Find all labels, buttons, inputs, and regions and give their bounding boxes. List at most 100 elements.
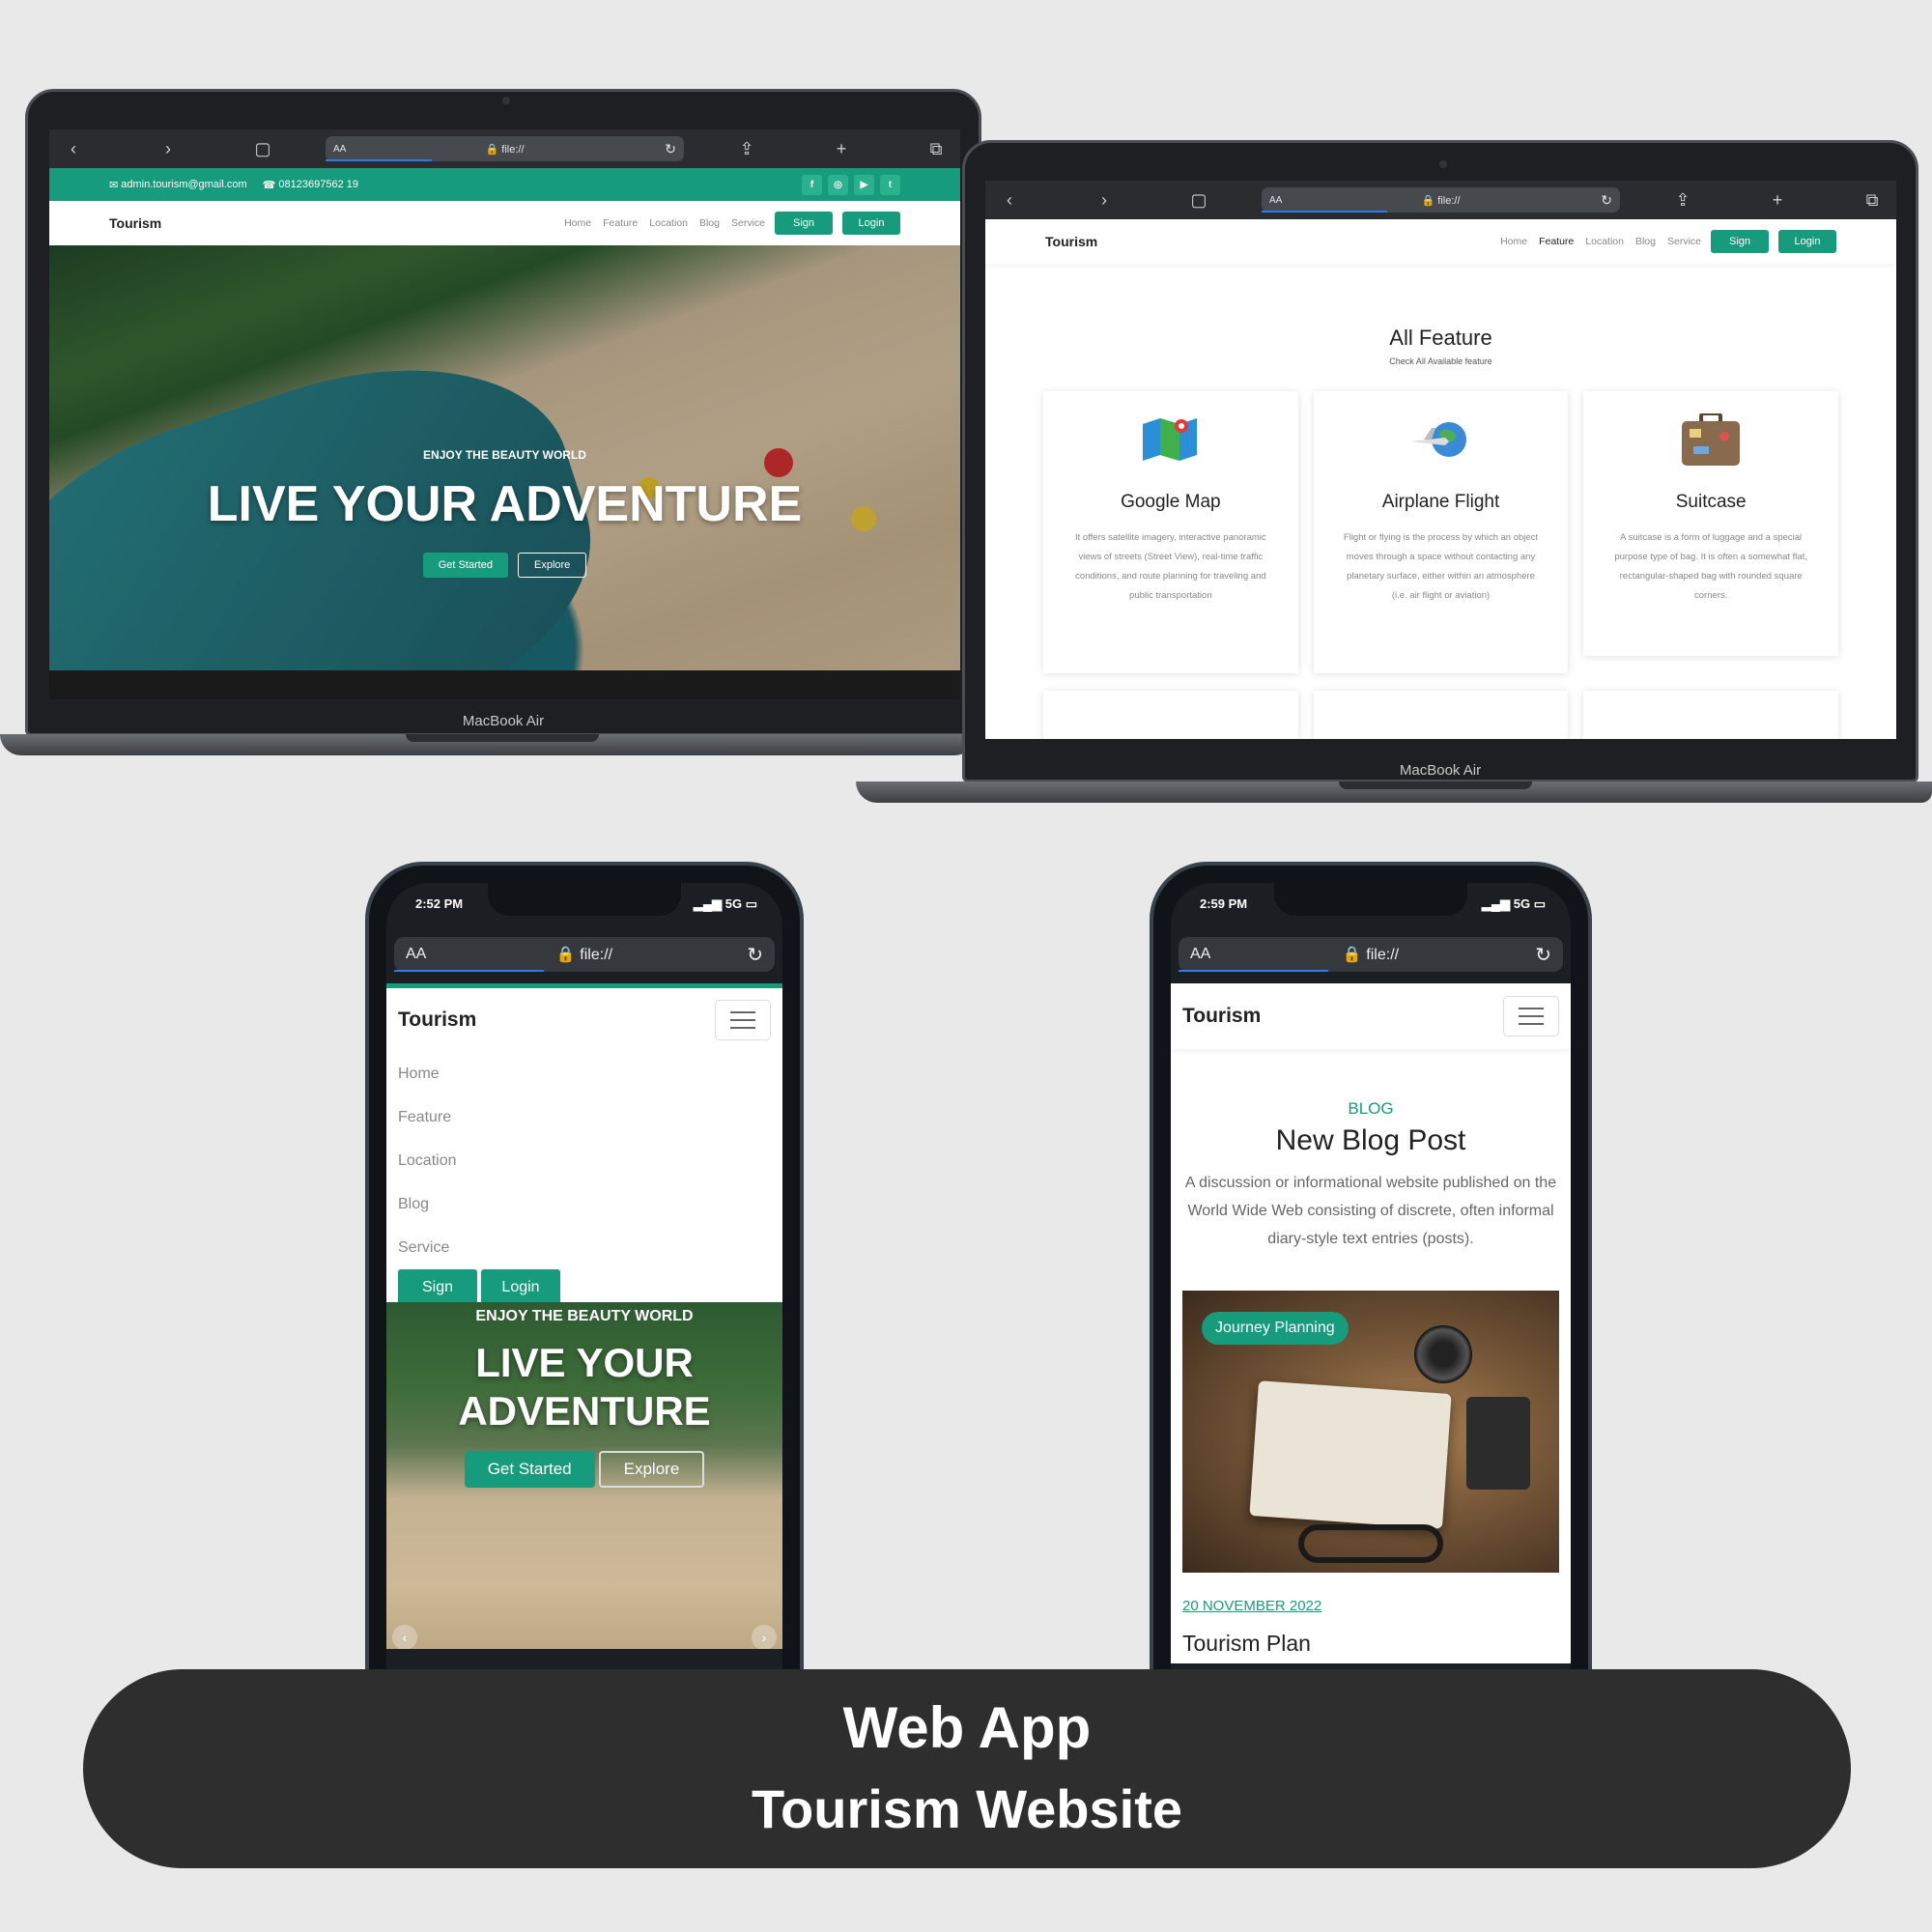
base-notch [1339, 781, 1532, 789]
explore-button[interactable]: Explore [598, 1451, 705, 1488]
brand-logo[interactable]: Tourism [109, 215, 161, 231]
explore-button[interactable]: Explore [517, 553, 587, 578]
feature-card[interactable] [1313, 691, 1569, 739]
feature-card[interactable]: Google Map It offers satellite imagery, … [1043, 391, 1298, 673]
nav-blog[interactable]: Blog [699, 217, 720, 229]
forward-icon[interactable]: › [144, 139, 192, 159]
sign-button[interactable]: Sign [1711, 230, 1769, 253]
get-started-button[interactable]: Get Started [464, 1451, 595, 1488]
brand-logo[interactable]: Tourism [398, 1009, 476, 1032]
features-title: All Feature [1389, 326, 1492, 350]
navbar: Tourism Home Feature Location Blog Servi… [985, 219, 1896, 264]
contact-email[interactable]: admin.tourism@gmail.com [121, 179, 246, 190]
bookmarks-icon[interactable]: ▢ [239, 139, 287, 159]
phone-page: Tourism Home Feature Location Blog Servi… [386, 983, 782, 1649]
sign-button[interactable]: Sign [775, 212, 833, 235]
reload-icon[interactable]: ↻ [1601, 192, 1612, 209]
nav-location[interactable]: Location [386, 1139, 782, 1182]
hero-title: LIVE YOUR ADVENTURE [207, 476, 803, 532]
nav-location[interactable]: Location [649, 217, 688, 229]
blog-post-image[interactable]: Journey Planning [1182, 1291, 1559, 1573]
nav-feature[interactable]: Feature [386, 1095, 782, 1139]
text-size-button[interactable]: AA [406, 946, 426, 963]
reload-icon[interactable]: ↻ [1535, 943, 1551, 967]
camera [502, 97, 510, 104]
contact-phone[interactable]: 08123697562 19 [278, 179, 358, 190]
instagram-icon[interactable]: ◎ [828, 174, 848, 195]
airplane-globe-icon [1343, 411, 1540, 469]
feature-card[interactable]: Suitcase A suitcase is a form of luggage… [1583, 391, 1839, 656]
reload-icon[interactable]: ↻ [747, 943, 763, 967]
back-icon[interactable]: ‹ [49, 139, 98, 159]
feature-card-desc: Flight or flying is the process by which… [1343, 532, 1539, 601]
camera [1439, 160, 1447, 168]
status-signal: ▂▄▆ 5G ▭ [1481, 896, 1546, 911]
phone-screen: 2:59 PM ▂▄▆ 5G ▭ AA 🔒 file:// ↻ Tourism … [1171, 883, 1571, 1752]
load-progress [394, 970, 544, 972]
carousel-next-icon[interactable]: › [752, 1625, 777, 1649]
status-bar: 2:59 PM ▂▄▆ 5G ▭ [1200, 896, 1546, 912]
blog-kicker: BLOG [1348, 1099, 1394, 1118]
nav-feature[interactable]: Feature [603, 217, 638, 229]
text-size-button[interactable]: AA [333, 144, 346, 155]
address-bar[interactable]: AA 🔒 file:// ↻ [1179, 937, 1563, 972]
category-badge[interactable]: Journey Planning [1202, 1312, 1349, 1345]
mobile-navbar: Tourism [386, 988, 782, 1052]
nav-service[interactable]: Service [1667, 236, 1701, 247]
nav-home[interactable]: Home [1500, 236, 1527, 247]
url-value: file:// [580, 947, 613, 963]
brand-logo[interactable]: Tourism [1182, 1005, 1261, 1028]
nav-service[interactable]: Service [386, 1226, 782, 1269]
load-progress [1262, 211, 1387, 213]
nav-home[interactable]: Home [386, 1052, 782, 1095]
post-date[interactable]: 20 NOVEMBER 2022 [1182, 1598, 1321, 1614]
login-button[interactable]: Login [1778, 230, 1836, 253]
contact-strip: ✉ admin.tourism@gmail.com ☎ 08123697562 … [49, 168, 960, 201]
phone-screen: 2:52 PM ▂▄▆ 5G ▭ AA 🔒 file:// ↻ Tourism … [386, 883, 782, 1741]
nav-location[interactable]: Location [1585, 236, 1624, 247]
text-size-button[interactable]: AA [1190, 946, 1210, 963]
phone-menu: 2:52 PM ▂▄▆ 5G ▭ AA 🔒 file:// ↻ Tourism … [365, 862, 804, 1762]
brand-logo[interactable]: Tourism [1045, 234, 1097, 249]
url-value: file:// [501, 143, 525, 156]
hero-title: LIVE YOUR ADVENTURE [386, 1339, 782, 1435]
carousel-prev-icon[interactable]: ‹ [392, 1625, 417, 1649]
feature-cards-row-2 [1043, 691, 1839, 739]
hamburger-menu-icon[interactable] [715, 1000, 771, 1040]
camera-lens [1414, 1325, 1472, 1383]
nav-blog[interactable]: Blog [1635, 236, 1656, 247]
feature-card[interactable]: Airplane Flight Flight or flying is the … [1313, 391, 1569, 673]
share-icon[interactable]: ⇪ [1659, 190, 1707, 211]
url-text: 🔒 file:// [485, 143, 525, 156]
facebook-icon[interactable]: f [802, 174, 822, 195]
nav-feature[interactable]: Feature [1539, 236, 1574, 247]
status-signal: ▂▄▆ 5G ▭ [693, 896, 757, 911]
bookmarks-icon[interactable]: ▢ [1175, 190, 1223, 211]
sign-button[interactable]: Sign [398, 1269, 477, 1306]
hero-carousel: ENJOY THE BEAUTY WORLD LIVE YOUR ADVENTU… [386, 1302, 782, 1649]
share-icon[interactable]: ⇪ [723, 139, 771, 159]
address-bar[interactable]: AA 🔒 file:// ↻ [394, 937, 775, 972]
tabs-icon[interactable]: ⧉ [1848, 190, 1896, 211]
reload-icon[interactable]: ↻ [665, 141, 676, 157]
address-bar[interactable]: AA 🔒 file:// ↻ [326, 136, 684, 161]
post-title[interactable]: Tourism Plan [1182, 1631, 1311, 1657]
new-tab-icon[interactable]: + [1753, 190, 1802, 211]
feature-card[interactable] [1583, 691, 1839, 739]
phone-blog: 2:59 PM ▂▄▆ 5G ▭ AA 🔒 file:// ↻ Tourism … [1150, 862, 1592, 1774]
get-started-button[interactable]: Get Started [422, 553, 508, 578]
address-bar[interactable]: AA 🔒 file:// ↻ [1262, 187, 1620, 213]
login-button[interactable]: Login [481, 1269, 560, 1306]
hero-title-line-1: LIVE YOUR [475, 1340, 694, 1385]
text-size-button[interactable]: AA [1269, 195, 1282, 206]
back-icon[interactable]: ‹ [985, 190, 1034, 211]
nav-service[interactable]: Service [731, 217, 765, 229]
status-time: 2:59 PM [1200, 896, 1248, 911]
nav-blog[interactable]: Blog [386, 1182, 782, 1226]
laptop-screen: ‹ › ▢ AA 🔒 file:// ↻ ⇪ + ⧉ Tourism Home … [985, 181, 1896, 739]
nav-links: Home Feature Location Blog Service [564, 217, 765, 229]
forward-icon[interactable]: › [1080, 190, 1128, 211]
feature-card[interactable] [1043, 691, 1298, 739]
hamburger-menu-icon[interactable] [1503, 996, 1559, 1037]
nav-home[interactable]: Home [564, 217, 591, 229]
